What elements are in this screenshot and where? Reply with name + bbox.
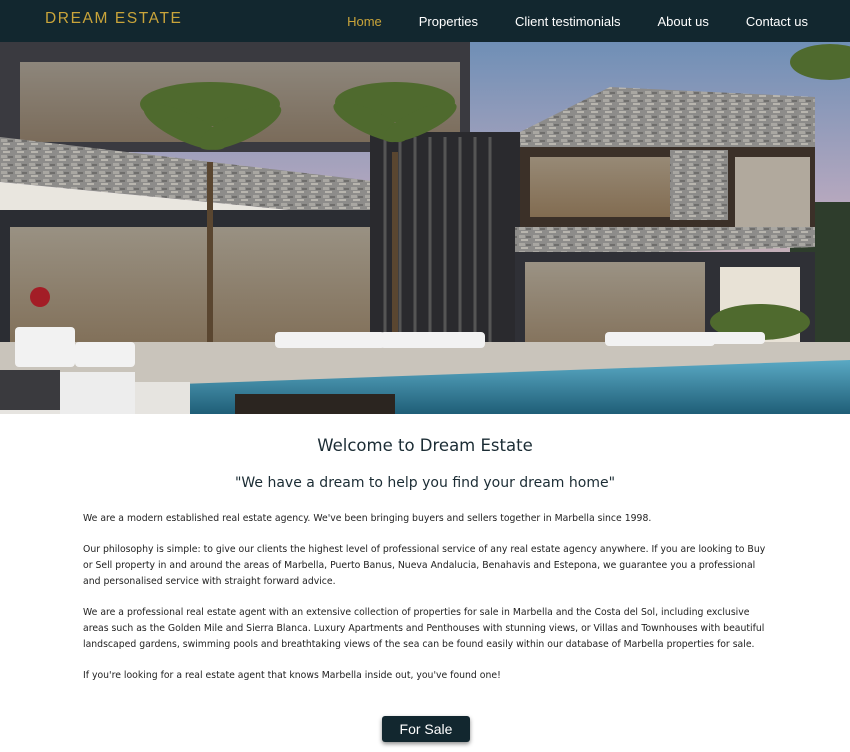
nav-home[interactable]: Home [347, 14, 382, 29]
philosophy-paragraph: Our philosophy is simple: to give our cl… [83, 544, 766, 587]
nav-contact-us[interactable]: Contact us [746, 14, 808, 29]
page-title: Welcome to Dream Estate [317, 436, 533, 455]
top-navbar: DREAM ESTATE Home Properties Client test… [0, 0, 850, 42]
for-sale-button[interactable]: For Sale [382, 716, 470, 742]
tagline: "We have a dream to help you find your d… [234, 475, 616, 491]
nav-client-testimonials[interactable]: Client testimonials [515, 14, 621, 29]
site-logo[interactable]: DREAM ESTATE [45, 10, 182, 28]
closing-paragraph: If you're looking for a real estate agen… [83, 670, 501, 681]
nav-about-us[interactable]: About us [658, 14, 709, 29]
properties-paragraph: We are a professional real estate agent … [83, 607, 765, 650]
nav-properties[interactable]: Properties [419, 14, 478, 29]
main-nav: Home Properties Client testimonials Abou… [310, 0, 808, 42]
intro-paragraph: We are a modern established real estate … [83, 513, 652, 524]
hero-villa-image [0, 42, 850, 414]
